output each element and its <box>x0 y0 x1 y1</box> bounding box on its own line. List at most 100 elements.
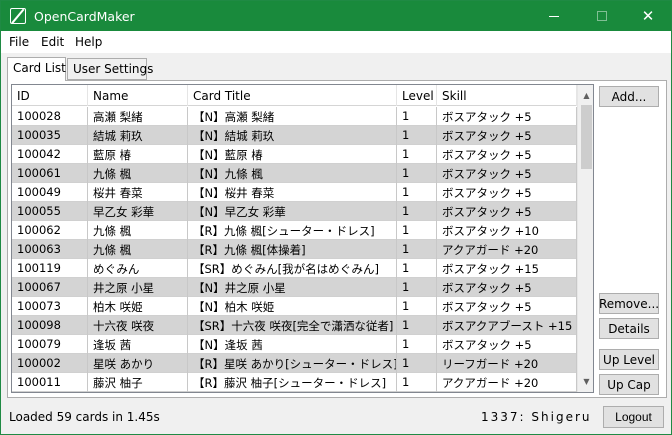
cell-id: 100049 <box>12 183 88 202</box>
cell-id: 100079 <box>12 335 88 354</box>
cell-id: 100073 <box>12 297 88 316</box>
title-bar[interactable]: OpenCardMaker ✕ <box>1 1 671 31</box>
column-header-level[interactable]: Level <box>397 85 437 106</box>
cell-name: 結城 莉玖 <box>88 126 188 145</box>
cell-id: 100002 <box>12 354 88 373</box>
add-button[interactable]: Add... <box>599 86 659 107</box>
cell-level: 1 <box>397 164 437 183</box>
cell-skill: ボスアタック +10 <box>437 221 577 240</box>
cell-id: 100098 <box>12 316 88 335</box>
cell-skill: アクアガード +20 <box>437 240 577 259</box>
cell-name: 十六夜 咲夜 <box>88 316 188 335</box>
cell-card-title: 【R】藤沢 柚子[シューター・ドレス] <box>188 373 397 392</box>
close-button[interactable]: ✕ <box>625 1 671 31</box>
cell-name: 藤沢 柚子 <box>88 373 188 392</box>
cell-id: 100063 <box>12 240 88 259</box>
menu-help[interactable]: Help <box>75 35 102 49</box>
cell-card-title: 【N】早乙女 彩華 <box>188 202 397 221</box>
table-row[interactable]: 100035 結城 莉玖 【N】結城 莉玖 1 ボスアタック +5 <box>12 126 577 145</box>
cell-card-title: 【N】高瀬 梨緒 <box>188 107 397 126</box>
cell-id: 100061 <box>12 164 88 183</box>
table-row[interactable]: 100098 十六夜 咲夜 【SR】十六夜 咲夜[完全で瀟洒な従者] 1 ボスア… <box>12 316 577 335</box>
column-header-card-title[interactable]: Card Title <box>188 85 397 106</box>
cell-id: 100035 <box>12 126 88 145</box>
cell-card-title: 【N】桜井 春菜 <box>188 183 397 202</box>
cell-name: 柏木 咲姫 <box>88 297 188 316</box>
scroll-down-icon[interactable]: ▼ <box>578 373 593 390</box>
remove-button[interactable]: Remove... <box>599 293 659 314</box>
cell-card-title: 【R】九條 楓[シューター・ドレス] <box>188 221 397 240</box>
current-user-label: 1337: Shigeru <box>481 410 592 424</box>
table-row[interactable]: 100049 桜井 春菜 【N】桜井 春菜 1 ボスアタック +5 <box>12 183 577 202</box>
cell-name: 九條 楓 <box>88 164 188 183</box>
cell-card-title: 【SR】めぐみん[我が名はめぐみん] <box>188 259 397 278</box>
table-row[interactable]: 100079 逢坂 茜 【N】逢坂 茜 1 ボスアタック +5 <box>12 335 577 354</box>
cell-id: 100062 <box>12 221 88 240</box>
table-row[interactable]: 100011 藤沢 柚子 【R】藤沢 柚子[シューター・ドレス] 1 アクアガー… <box>12 373 577 392</box>
cell-name: 藍原 椿 <box>88 145 188 164</box>
cell-card-title: 【N】柏木 咲姫 <box>188 297 397 316</box>
cell-skill: ボスアタック +5 <box>437 297 577 316</box>
card-grid[interactable]: ID Name Card Title Level Skill 100028 高瀬… <box>11 84 594 393</box>
cell-id: 100119 <box>12 259 88 278</box>
cell-level: 1 <box>397 240 437 259</box>
cell-card-title: 【N】結城 莉玖 <box>188 126 397 145</box>
tab-user-settings[interactable]: User Settings <box>67 58 153 80</box>
cell-level: 1 <box>397 183 437 202</box>
cell-level: 1 <box>397 221 437 240</box>
cell-skill: アクアガード +20 <box>437 373 577 392</box>
scroll-up-icon[interactable]: ▲ <box>578 87 593 104</box>
column-header-id[interactable]: ID <box>12 85 88 106</box>
tab-card-list[interactable]: Card List <box>7 57 66 81</box>
table-row[interactable]: 100067 井之原 小星 【N】井之原 小星 1 ボスアタック +5 <box>12 278 577 297</box>
table-row[interactable]: 100028 高瀬 梨緒 【N】高瀬 梨緒 1 ボスアタック +5 <box>12 107 577 126</box>
cell-card-title: 【N】井之原 小星 <box>188 278 397 297</box>
table-row[interactable]: 100063 九條 楓 【R】九條 楓[体操着] 1 アクアガード +20 <box>12 240 577 259</box>
cell-level: 1 <box>397 316 437 335</box>
scroll-thumb[interactable] <box>581 105 592 169</box>
cell-name: 逢坂 茜 <box>88 335 188 354</box>
column-header-skill[interactable]: Skill <box>437 85 577 106</box>
cell-card-title: 【N】逢坂 茜 <box>188 335 397 354</box>
menu-file[interactable]: File <box>9 35 29 49</box>
table-row[interactable]: 100073 柏木 咲姫 【N】柏木 咲姫 1 ボスアタック +5 <box>12 297 577 316</box>
details-button[interactable]: Details <box>599 318 659 339</box>
cell-name: 九條 楓 <box>88 221 188 240</box>
cell-skill: ボスアタック +5 <box>437 145 577 164</box>
cell-card-title: 【SR】十六夜 咲夜[完全で瀟洒な従者] <box>188 316 397 335</box>
menu-edit[interactable]: Edit <box>41 35 64 49</box>
table-row[interactable]: 100119 めぐみん 【SR】めぐみん[我が名はめぐみん] 1 ボスアタック … <box>12 259 577 278</box>
cell-name: 九條 楓 <box>88 240 188 259</box>
cell-level: 1 <box>397 202 437 221</box>
cell-skill: ボスアタック +5 <box>437 278 577 297</box>
table-row[interactable]: 100042 藍原 椿 【N】藍原 椿 1 ボスアタック +5 <box>12 145 577 164</box>
cell-skill: ボスアクアブースト +15 <box>437 316 577 335</box>
table-row[interactable]: 100002 星咲 あかり 【R】星咲 あかり[シューター・ドレス] 1 リーフ… <box>12 354 577 373</box>
cell-level: 1 <box>397 278 437 297</box>
cell-card-title: 【R】星咲 あかり[シューター・ドレス] <box>188 354 397 373</box>
logout-button[interactable]: Logout <box>603 406 664 428</box>
status-bar: Loaded 59 cards in 1.45s 1337: Shigeru L… <box>1 401 671 434</box>
cell-skill: ボスアタック +5 <box>437 164 577 183</box>
table-row[interactable]: 100061 九條 楓 【N】九條 楓 1 ボスアタック +5 <box>12 164 577 183</box>
table-row[interactable]: 100055 早乙女 彩華 【N】早乙女 彩華 1 ボスアタック +5 <box>12 202 577 221</box>
app-logo-icon <box>10 8 26 24</box>
cell-card-title: 【N】藍原 椿 <box>188 145 397 164</box>
grid-vertical-scrollbar[interactable]: ▲ ▼ <box>577 85 593 392</box>
up-level-button[interactable]: Up Level <box>599 349 659 370</box>
up-cap-button[interactable]: Up Cap <box>599 374 659 395</box>
cell-id: 100028 <box>12 107 88 126</box>
maximize-button[interactable] <box>579 1 625 31</box>
cell-id: 100055 <box>12 202 88 221</box>
cell-name: 早乙女 彩華 <box>88 202 188 221</box>
cell-id: 100042 <box>12 145 88 164</box>
table-row[interactable]: 100062 九條 楓 【R】九條 楓[シューター・ドレス] 1 ボスアタック … <box>12 221 577 240</box>
cell-name: めぐみん <box>88 259 188 278</box>
cell-level: 1 <box>397 259 437 278</box>
cell-card-title: 【N】九條 楓 <box>188 164 397 183</box>
column-header-name[interactable]: Name <box>88 85 188 106</box>
minimize-button[interactable] <box>531 1 577 31</box>
cell-level: 1 <box>397 126 437 145</box>
cell-skill: ボスアタック +5 <box>437 335 577 354</box>
cell-skill: ボスアタック +15 <box>437 259 577 278</box>
